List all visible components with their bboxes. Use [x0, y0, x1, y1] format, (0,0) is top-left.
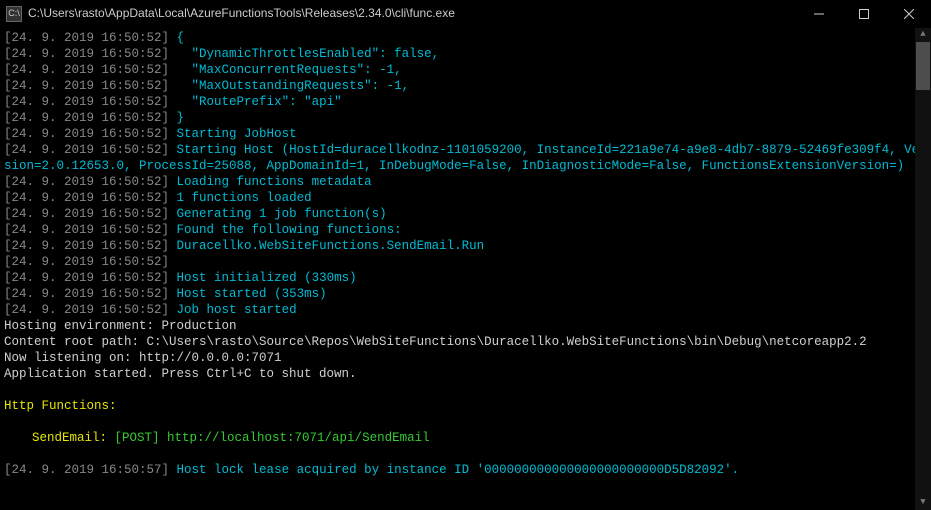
log-text: Hosting environment: Production: [4, 318, 927, 334]
timestamp: [24. 9. 2019 16:50:52]: [4, 79, 169, 93]
timestamp: [24. 9. 2019 16:50:52]: [4, 95, 169, 109]
timestamp: [24. 9. 2019 16:50:52]: [4, 47, 169, 61]
log-text: Found the following functions:: [177, 223, 402, 237]
http-method: [POST]: [115, 431, 168, 445]
timestamp: [24. 9. 2019 16:50:52]: [4, 191, 169, 205]
timestamp: [24. 9. 2019 16:50:52]: [4, 127, 169, 141]
log-text: "MaxOutstandingRequests": -1,: [177, 79, 410, 93]
log-text: Duracellko.WebSiteFunctions.SendEmail.Ru…: [177, 239, 485, 253]
http-function-name: SendEmail:: [32, 431, 115, 445]
scrollbar[interactable]: ▲ ▼: [915, 28, 931, 510]
maximize-icon: [859, 9, 869, 19]
scroll-up-icon[interactable]: ▲: [915, 28, 931, 42]
timestamp: [24. 9. 2019 16:50:52]: [4, 111, 169, 125]
scroll-down-icon[interactable]: ▼: [915, 496, 931, 510]
http-url: http://localhost:7071/api/SendEmail: [167, 431, 430, 445]
timestamp: [24. 9. 2019 16:50:52]: [4, 255, 169, 269]
scrollbar-thumb[interactable]: [916, 42, 930, 90]
timestamp: [24. 9. 2019 16:50:52]: [4, 287, 169, 301]
log-text: Starting JobHost: [177, 127, 297, 141]
log-text: "RoutePrefix": "api": [177, 95, 342, 109]
log-text: 1 functions loaded: [177, 191, 312, 205]
window-controls: [796, 0, 931, 28]
log-text: Application started. Press Ctrl+C to shu…: [4, 366, 927, 382]
log-text: Now listening on: http://0.0.0.0:7071: [4, 350, 927, 366]
log-text: "DynamicThrottlesEnabled": false,: [177, 47, 440, 61]
timestamp: [24. 9. 2019 16:50:52]: [4, 207, 169, 221]
timestamp: [24. 9. 2019 16:50:52]: [4, 63, 169, 77]
console-output: [24. 9. 2019 16:50:52] { [24. 9. 2019 16…: [0, 28, 931, 510]
log-text: Host lock lease acquired by instance ID …: [177, 463, 740, 477]
timestamp: [24. 9. 2019 16:50:52]: [4, 31, 169, 45]
maximize-button[interactable]: [841, 0, 886, 28]
timestamp: [24. 9. 2019 16:50:52]: [4, 303, 169, 317]
log-text: Generating 1 job function(s): [177, 207, 387, 221]
timestamp: [24. 9. 2019 16:50:52]: [4, 239, 169, 253]
close-icon: [904, 9, 914, 19]
log-text: {: [177, 31, 185, 45]
timestamp: [24. 9. 2019 16:50:52]: [4, 223, 169, 237]
timestamp: [24. 9. 2019 16:50:52]: [4, 271, 169, 285]
log-text: "MaxConcurrentRequests": -1,: [177, 63, 402, 77]
log-text: Host initialized (330ms): [177, 271, 357, 285]
timestamp: [24. 9. 2019 16:50:52]: [4, 143, 169, 157]
timestamp: [24. 9. 2019 16:50:57]: [4, 463, 169, 477]
log-text: Host started (353ms): [177, 287, 327, 301]
window-titlebar: C:\ C:\Users\rasto\AppData\Local\AzureFu…: [0, 0, 931, 28]
log-text: Job host started: [177, 303, 297, 317]
minimize-icon: [814, 9, 824, 19]
log-text: Content root path: C:\Users\rasto\Source…: [4, 334, 927, 350]
timestamp: [24. 9. 2019 16:50:52]: [4, 175, 169, 189]
app-icon: C:\: [6, 6, 22, 22]
log-text: Loading functions metadata: [177, 175, 372, 189]
http-functions-header: Http Functions:: [4, 398, 927, 414]
log-text: }: [177, 111, 185, 125]
window-title: C:\Users\rasto\AppData\Local\AzureFuncti…: [28, 6, 796, 21]
minimize-button[interactable]: [796, 0, 841, 28]
close-button[interactable]: [886, 0, 931, 28]
